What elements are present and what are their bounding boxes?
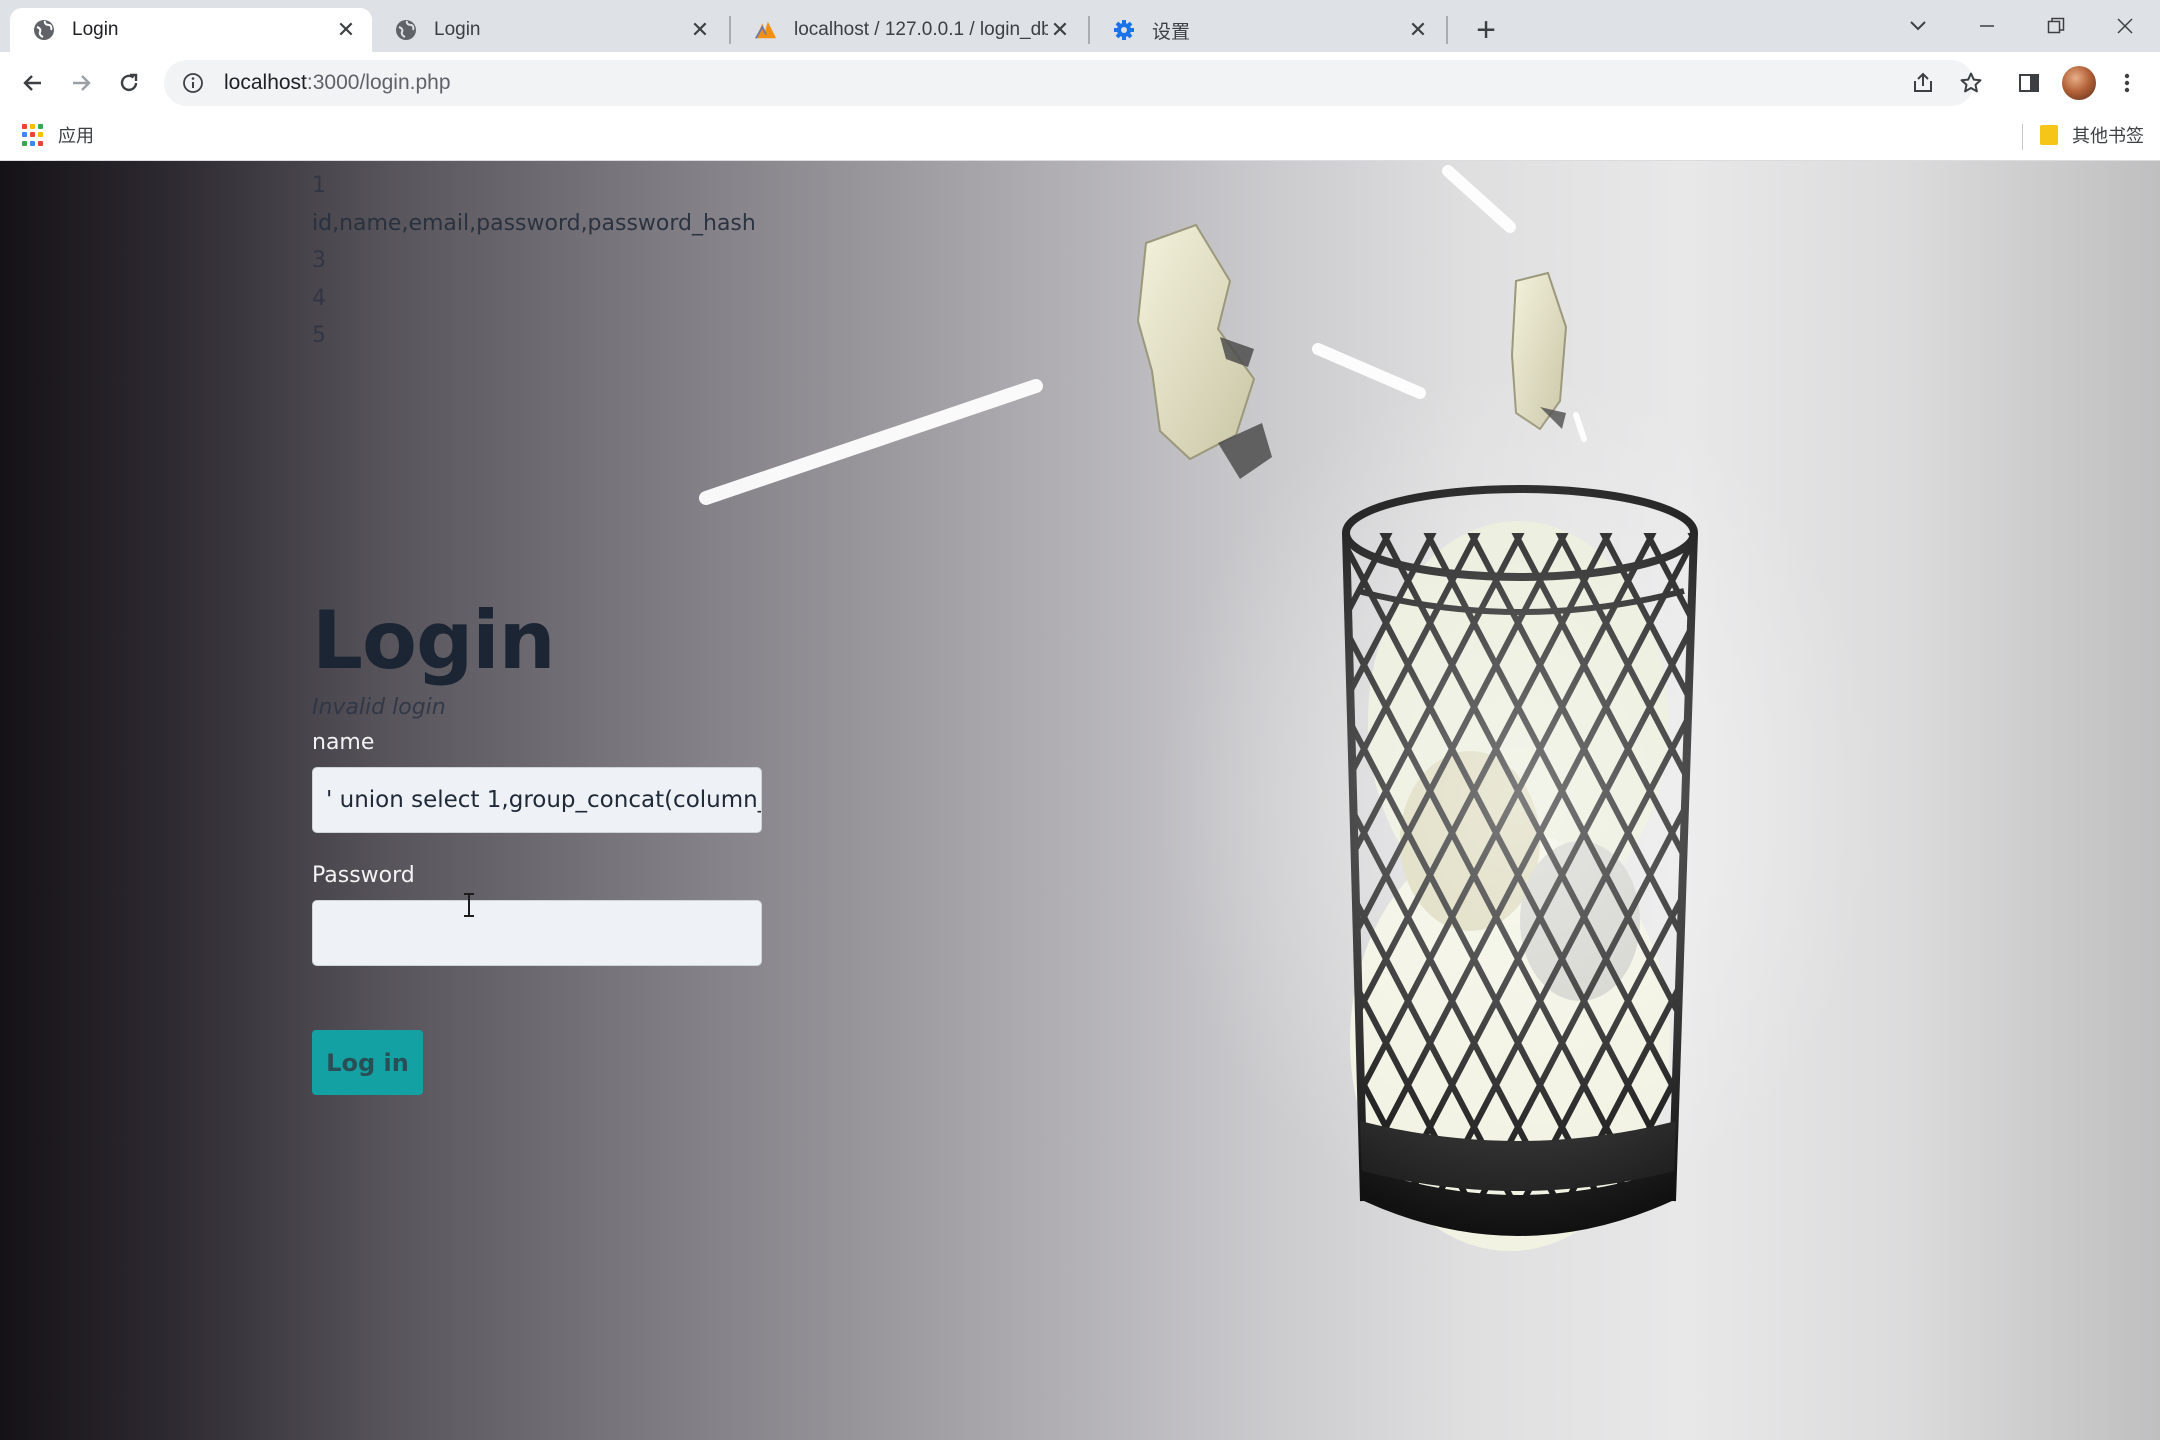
- tab-title: localhost / 127.0.0.1 / login_db: [794, 19, 1048, 40]
- minimize-button[interactable]: [1964, 6, 2010, 46]
- tab-search-button[interactable]: [1895, 6, 1941, 46]
- close-icon[interactable]: ✕: [1048, 17, 1072, 42]
- tab-settings[interactable]: 设置 ✕: [1090, 8, 1444, 52]
- reload-button[interactable]: [110, 64, 148, 102]
- error-message: Invalid login: [312, 695, 446, 720]
- bookmark-apps-label: 应用: [58, 126, 94, 146]
- more-vert-icon: [2124, 73, 2130, 93]
- page-title: Login: [312, 594, 556, 687]
- text-cursor-icon: [464, 893, 474, 917]
- bookmark-star-button[interactable]: [1952, 64, 1990, 102]
- restore-icon: [2047, 17, 2065, 34]
- arrow-right-icon: [73, 75, 91, 91]
- reload-icon: [120, 73, 138, 92]
- folder-icon: [2040, 125, 2058, 145]
- result-row: 3: [312, 248, 326, 273]
- close-icon[interactable]: ✕: [688, 17, 712, 42]
- window-close-button[interactable]: [2102, 6, 2148, 46]
- tab-title: Login: [72, 19, 119, 40]
- bookmarks-bar: 应用 其他书签: [0, 112, 2160, 161]
- name-label: name: [312, 730, 375, 755]
- page-content: 1 id,name,email,password,password_hash 3…: [0, 161, 2160, 1440]
- browser-toolbar: localhost:3000/login.php: [0, 52, 2160, 112]
- share-button[interactable]: [1904, 64, 1942, 102]
- result-row: 1: [312, 173, 326, 198]
- apps-grid-icon: [22, 124, 44, 146]
- tab-title: Login: [434, 19, 481, 40]
- result-row: 4: [312, 285, 326, 311]
- minimize-icon: [1980, 25, 1994, 27]
- tab-login-active[interactable]: Login ✕: [10, 8, 372, 52]
- side-panel-icon: [2019, 74, 2039, 92]
- tab-separator: [1446, 16, 1448, 44]
- share-icon: [1914, 72, 1932, 92]
- globe-icon: [32, 18, 56, 42]
- menu-button[interactable]: [2108, 64, 2146, 102]
- login-form: Login Invalid login name ' union select …: [312, 595, 762, 1095]
- tab-separator: [729, 16, 731, 44]
- gear-icon: [1112, 18, 1136, 42]
- close-icon[interactable]: ✕: [334, 17, 358, 42]
- phpmyadmin-icon: [754, 18, 778, 42]
- arrow-left-icon: [23, 75, 41, 91]
- bookmark-separator: [2022, 124, 2023, 150]
- tab-phpmyadmin[interactable]: localhost / 127.0.0.1 / login_db ✕: [732, 8, 1086, 52]
- globe-icon: [394, 18, 418, 42]
- result-row: 5: [312, 323, 326, 348]
- tab-strip: Login ✕ Login ✕ localhost / 127.0.0.1 / …: [0, 0, 2160, 52]
- tab-title: 设置: [1152, 21, 1191, 43]
- paper-ball: [1136, 223, 1568, 461]
- password-label: Password: [312, 863, 415, 888]
- name-input[interactable]: ' union select 1,group_concat(column_n: [312, 767, 762, 833]
- forward-button[interactable]: [62, 64, 100, 102]
- login-button[interactable]: Log in: [312, 1030, 423, 1095]
- side-panel-button[interactable]: [2010, 64, 2048, 102]
- basket-body: [1342, 485, 1698, 1236]
- address-bar[interactable]: localhost:3000/login.php: [164, 60, 1974, 106]
- query-results: 1 id,name,email,password,password_hash 3…: [312, 167, 756, 355]
- url-text: localhost:3000/login.php: [224, 71, 451, 94]
- chevron-down-icon: [1910, 21, 1926, 31]
- close-icon[interactable]: ✕: [1406, 17, 1430, 42]
- bookmark-apps[interactable]: 应用: [22, 122, 94, 148]
- info-icon[interactable]: [178, 68, 208, 98]
- profile-avatar[interactable]: [2062, 66, 2096, 100]
- back-button[interactable]: [14, 64, 52, 102]
- restore-button[interactable]: [2033, 6, 2079, 46]
- bookmark-other-label: 其他书签: [2072, 126, 2144, 146]
- bookmark-other[interactable]: 其他书签: [2040, 122, 2144, 148]
- password-input[interactable]: [312, 900, 762, 966]
- star-icon: [1960, 72, 1982, 93]
- new-tab-button[interactable]: +: [1466, 10, 1506, 50]
- result-row: id,name,email,password,password_hash: [312, 210, 756, 236]
- tab-login[interactable]: Login ✕: [372, 8, 726, 52]
- close-icon: [2117, 18, 2133, 34]
